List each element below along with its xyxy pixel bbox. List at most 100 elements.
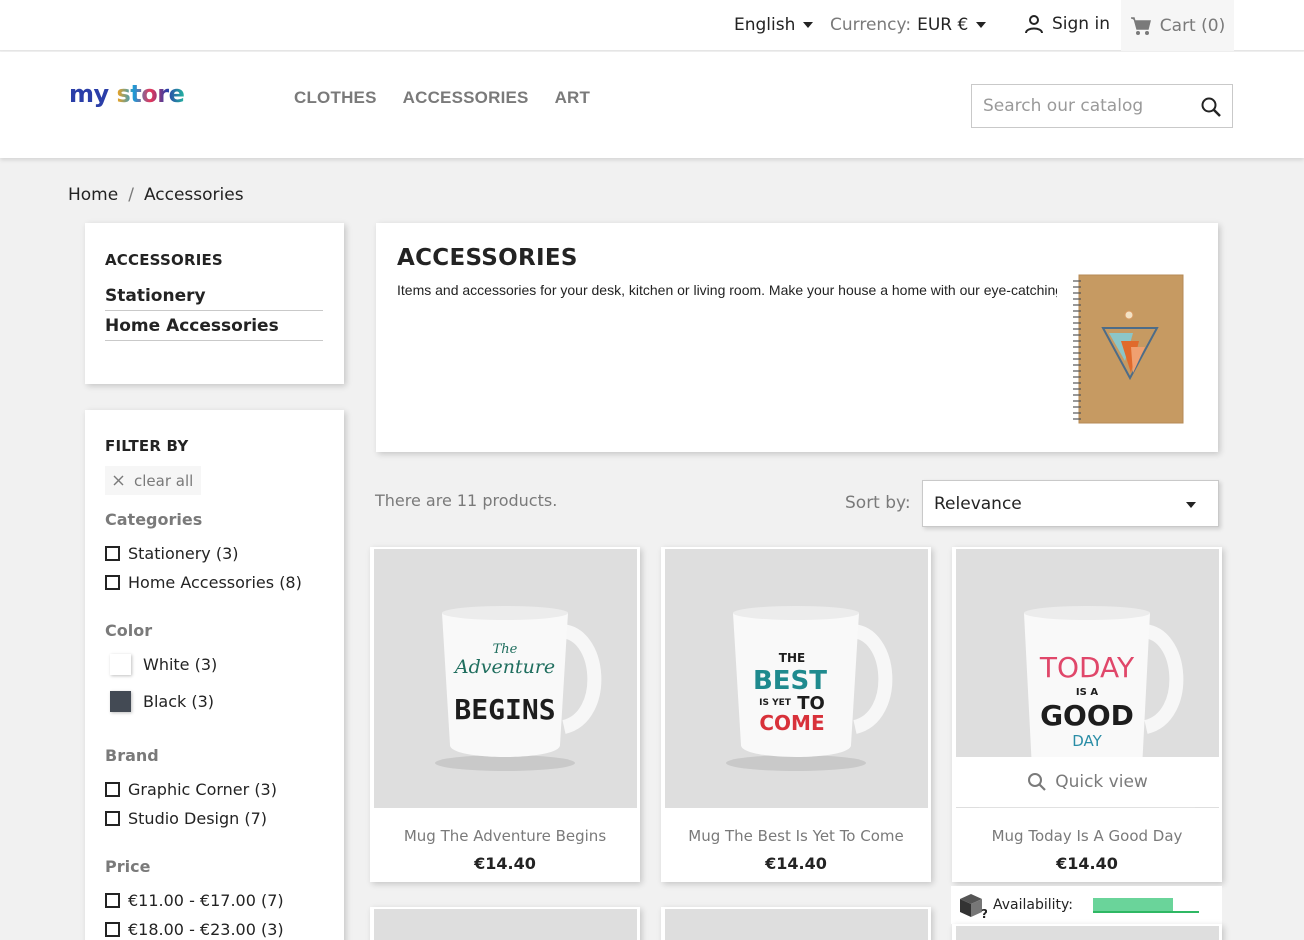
breadcrumb-home[interactable]: Home <box>68 185 118 205</box>
mug-art-line-2: IS A <box>1076 687 1098 698</box>
logo-my: my <box>69 80 109 108</box>
facet-option-price-2[interactable]: €18.00 - €23.00 (3) <box>105 920 284 939</box>
product-card[interactable] <box>952 924 1222 940</box>
menu-item-accessories[interactable]: ACCESSORIES <box>403 88 529 108</box>
divider <box>979 807 1195 808</box>
product-card[interactable] <box>661 907 931 940</box>
facet-option-studio-design[interactable]: Studio Design (7) <box>105 809 267 828</box>
chevron-down-icon <box>803 22 814 28</box>
language-value: English <box>734 15 796 35</box>
product-card[interactable]: TODAY IS A GOOD DAY Quick view Mug Today… <box>952 547 1222 882</box>
facet-title-categories: Categories <box>105 510 203 529</box>
mug-image: THE BEST IS YET TO COME <box>726 606 893 771</box>
product-name[interactable]: Mug The Best Is Yet To Come <box>661 827 931 845</box>
store-logo[interactable]: my store <box>69 80 185 108</box>
product-card[interactable]: The Adventure BEGINS Mug The Adventure B… <box>370 547 640 882</box>
facet-title-color: Color <box>105 621 153 640</box>
facet-option-home-accessories[interactable]: Home Accessories (8) <box>105 573 302 592</box>
product-name[interactable]: Mug The Adventure Begins <box>370 827 640 845</box>
checkbox[interactable] <box>105 782 120 797</box>
menu-item-art[interactable]: ART <box>555 88 591 108</box>
facet-option-label: €11.00 - €17.00 (7) <box>128 891 284 910</box>
color-swatch-white[interactable] <box>110 654 131 675</box>
facet-option-label: Studio Design (7) <box>128 809 268 828</box>
product-name[interactable]: Mug Today Is A Good Day <box>952 827 1222 845</box>
product-card[interactable] <box>370 907 640 940</box>
sort-select[interactable]: Relevance <box>922 480 1219 527</box>
category-description: Items and accessories for your desk, kit… <box>397 282 1057 298</box>
category-cover-image <box>1073 274 1184 424</box>
product-thumbnail[interactable]: The Adventure BEGINS <box>374 549 637 808</box>
mug-art-line-4: DAY <box>1072 732 1102 750</box>
close-icon <box>113 475 124 486</box>
facet-option-stationery[interactable]: Stationery (3) <box>105 544 239 563</box>
cart-icon <box>1130 16 1151 35</box>
product-thumbnail[interactable] <box>374 909 637 940</box>
language-selector[interactable]: English <box>734 15 814 35</box>
clear-all-button[interactable]: clear all <box>105 466 201 495</box>
category-tree-title: ACCESSORIES <box>105 251 223 269</box>
product-thumbnail[interactable] <box>665 909 928 940</box>
currency-label: Currency: <box>830 15 912 35</box>
site-header: my store CLOTHES ACCESSORIES ART <box>0 52 1304 158</box>
category-link-home-accessories[interactable]: Home Accessories <box>105 316 323 341</box>
chevron-down-icon <box>1186 502 1196 508</box>
search-box <box>971 84 1233 128</box>
currency-value: EUR € <box>917 15 969 35</box>
currency-selector[interactable]: Currency: EUR € <box>830 15 987 35</box>
package-question-icon: ? <box>960 894 987 919</box>
breadcrumb-current[interactable]: Accessories <box>144 185 244 205</box>
facet-option-label: Graphic Corner (3) <box>128 780 277 799</box>
facet-title-brand: Brand <box>105 746 159 765</box>
facets-panel: FILTER BY clear all Categories Stationer… <box>85 410 344 940</box>
product-card[interactable]: THE BEST IS YET TO COME Mug The Best Is … <box>661 547 931 882</box>
mug-art-line-1: The <box>493 642 518 657</box>
mug-art-line-5: COME <box>759 711 824 735</box>
facet-option-label: Black (3) <box>143 692 215 711</box>
facet-option-white[interactable]: White (3) <box>105 654 217 675</box>
mug-art-line-3: BEGINS <box>454 693 555 726</box>
quick-view-label: Quick view <box>1055 772 1148 792</box>
facet-title-price: Price <box>105 857 151 876</box>
search-input[interactable] <box>972 85 1192 127</box>
availability-indicator: ? Availability: <box>951 886 1222 924</box>
svg-text:?: ? <box>981 907 987 919</box>
mug-art-line-1: TODAY <box>1039 651 1135 684</box>
product-price: €14.40 <box>474 854 536 873</box>
facet-option-black[interactable]: Black (3) <box>105 691 214 712</box>
mug-art-line-1: THE <box>779 651 805 665</box>
product-thumbnail[interactable]: THE BEST IS YET TO COME <box>665 549 928 808</box>
color-swatch-black[interactable] <box>110 691 131 712</box>
sort-value: Relevance <box>934 493 1022 514</box>
sign-in-label: Sign in <box>1052 14 1110 34</box>
search-icon <box>1028 773 1046 791</box>
checkbox[interactable] <box>105 922 120 937</box>
cart-button[interactable]: Cart (0) <box>1121 0 1234 51</box>
category-link-stationery[interactable]: Stationery <box>105 286 323 311</box>
sign-in-link[interactable]: Sign in <box>1024 14 1110 34</box>
product-thumbnail[interactable] <box>956 926 1219 940</box>
facet-option-label: White (3) <box>143 655 218 674</box>
mug-art-line-2: Adventure <box>453 656 555 678</box>
facet-option-price-1[interactable]: €11.00 - €17.00 (7) <box>105 891 284 910</box>
menu-item-clothes[interactable]: CLOTHES <box>294 88 377 108</box>
category-tree: ACCESSORIES Stationery Home Accessories <box>85 223 344 384</box>
availability-bar <box>1093 898 1199 913</box>
checkbox[interactable] <box>105 893 120 908</box>
quick-view-button[interactable]: Quick view <box>956 757 1219 807</box>
search-icon[interactable] <box>1200 96 1222 118</box>
checkbox[interactable] <box>105 811 120 826</box>
checkbox[interactable] <box>105 575 120 590</box>
facet-option-graphic-corner[interactable]: Graphic Corner (3) <box>105 780 277 799</box>
main-menu: CLOTHES ACCESSORIES ART <box>294 88 590 108</box>
cart-label: Cart (0) <box>1159 15 1226 36</box>
filter-by-title: FILTER BY <box>105 437 189 455</box>
mug-image: The Adventure BEGINS <box>435 606 602 771</box>
checkbox[interactable] <box>105 546 120 561</box>
category-header: ACCESSORIES Items and accessories for yo… <box>376 223 1218 452</box>
facet-option-label: €18.00 - €23.00 (3) <box>128 920 284 939</box>
product-price: €14.40 <box>1056 854 1118 873</box>
user-icon <box>1025 15 1043 34</box>
product-price: €14.40 <box>765 854 827 873</box>
clear-all-label: clear all <box>134 471 194 490</box>
